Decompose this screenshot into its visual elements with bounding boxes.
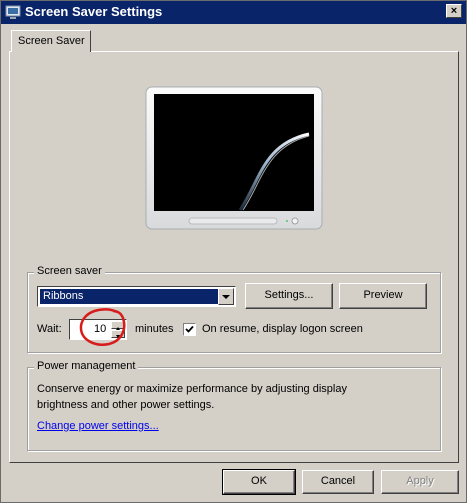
close-icon: × bbox=[450, 5, 458, 17]
dropdown-button[interactable] bbox=[218, 288, 234, 305]
power-management-group-label: Power management bbox=[34, 360, 139, 372]
screen-saver-group-label: Screen saver bbox=[34, 265, 105, 277]
monitor-icon bbox=[5, 5, 21, 19]
screen-saver-selected-value: Ribbons bbox=[40, 289, 218, 304]
ok-button[interactable]: OK bbox=[222, 469, 296, 495]
preview-button[interactable]: Preview bbox=[339, 283, 427, 309]
cancel-button[interactable]: Cancel bbox=[302, 470, 374, 494]
spinner-down-button[interactable] bbox=[111, 330, 125, 338]
screen-saver-preview-monitor bbox=[145, 86, 323, 230]
wait-minutes-spinner[interactable]: 10 bbox=[69, 319, 127, 340]
wait-minutes-value[interactable]: 10 bbox=[94, 323, 106, 335]
change-power-settings-link[interactable]: Change power settings... bbox=[37, 420, 159, 432]
spinner-buttons bbox=[111, 321, 125, 338]
window-title: Screen Saver Settings bbox=[25, 4, 163, 19]
title-bar[interactable]: Screen Saver Settings × bbox=[1, 1, 466, 24]
screen-saver-settings-window: Screen Saver Settings × Screen Saver Scr… bbox=[0, 0, 467, 503]
on-resume-checkbox[interactable] bbox=[183, 323, 196, 336]
screen-saver-select[interactable]: Ribbons bbox=[37, 286, 236, 307]
spinner-up-button[interactable] bbox=[111, 321, 125, 330]
on-resume-label[interactable]: On resume, display logon screen bbox=[202, 323, 363, 335]
settings-button[interactable]: Settings... bbox=[245, 283, 333, 309]
minutes-label: minutes bbox=[135, 323, 174, 335]
chevron-down-icon bbox=[222, 295, 230, 299]
apply-button[interactable]: Apply bbox=[381, 470, 459, 494]
chevron-down-icon bbox=[116, 335, 120, 338]
power-management-description: Conserve energy or maximize performance … bbox=[37, 383, 347, 411]
close-button[interactable]: × bbox=[446, 4, 462, 18]
check-icon bbox=[185, 325, 194, 333]
tab-screen-saver[interactable]: Screen Saver bbox=[11, 30, 91, 52]
wait-label: Wait: bbox=[37, 323, 62, 335]
